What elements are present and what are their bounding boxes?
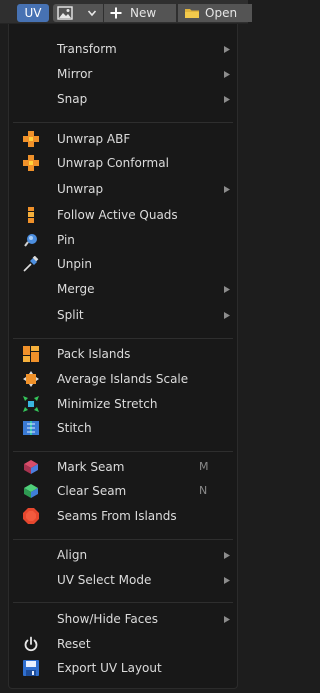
menu-separator (13, 451, 233, 452)
submenu-arrow-icon (224, 312, 230, 319)
menu-item-unwrap[interactable]: Unwrap (9, 178, 237, 200)
menu-item-mirror[interactable]: Mirror (9, 63, 237, 85)
average-islands-scale-icon (23, 371, 39, 387)
menu-item-label: Transform (57, 42, 117, 56)
menu-item-label: Follow Active Quads (57, 208, 178, 222)
menu-item-label: Show/Hide Faces (57, 612, 158, 626)
follow-active-quads-icon (28, 207, 34, 223)
menu-separator (13, 602, 233, 603)
unwrap-conformal-icon (23, 155, 39, 171)
mark-seam-icon (24, 460, 38, 474)
minimize-stretch-icon (23, 396, 39, 412)
menu-item-average-islands-scale[interactable]: Average Islands Scale (9, 368, 237, 390)
menu-item-pack-islands[interactable]: Pack Islands (9, 343, 237, 365)
menu-item-label: Unwrap Conformal (57, 156, 169, 170)
submenu-arrow-icon (224, 616, 230, 623)
menu-item-label: Reset (57, 637, 91, 651)
menu-item-shortcut: M (199, 460, 209, 473)
new-label: New (130, 6, 157, 20)
menu-item-clear-seam[interactable]: Clear Seam N (9, 480, 237, 502)
unwrap-abf-icon (23, 131, 39, 147)
menu-item-shortcut: N (199, 484, 208, 497)
menu-item-split[interactable]: Split (9, 304, 237, 326)
uv-editor-header: UV New Open (0, 0, 252, 24)
uv-menu-button[interactable]: UV (17, 4, 49, 22)
menu-item-label: Unwrap (57, 182, 104, 196)
menu-item-transform[interactable]: Transform (9, 38, 237, 60)
new-image-button[interactable]: New (104, 4, 176, 22)
menu-item-unpin[interactable]: Unpin (9, 253, 237, 275)
menu-item-snap[interactable]: Snap (9, 88, 237, 110)
menu-item-unwrap-abf[interactable]: Unwrap ABF (9, 128, 237, 150)
menu-item-label: Clear Seam (57, 484, 127, 498)
clear-seam-icon (24, 484, 38, 498)
menu-item-label: Export UV Layout (57, 661, 162, 675)
submenu-arrow-icon (224, 186, 230, 193)
menu-item-reset[interactable]: Reset (9, 633, 237, 655)
menu-separator (13, 122, 233, 123)
uv-menu-dropdown: Transform Mirror Snap Unwrap ABF Unwrap … (8, 24, 238, 689)
open-image-button[interactable]: Open (178, 4, 252, 22)
menu-item-label: Pin (57, 233, 75, 247)
menu-item-follow-active-quads[interactable]: Follow Active Quads (9, 204, 237, 226)
menu-item-export-uv-layout[interactable]: Export UV Layout (9, 657, 237, 679)
submenu-arrow-icon (224, 552, 230, 559)
open-label: Open (205, 6, 238, 20)
menu-item-merge[interactable]: Merge (9, 278, 237, 300)
menu-separator (13, 338, 233, 339)
menu-item-label: UV Select Mode (57, 573, 152, 587)
unpin-icon (23, 256, 39, 272)
seams-from-islands-icon (23, 508, 39, 524)
chevron-down-icon (87, 10, 97, 17)
pack-islands-icon (23, 346, 39, 362)
menu-item-align[interactable]: Align (9, 544, 237, 566)
image-browse-button[interactable] (53, 4, 103, 22)
menu-item-show-hide-faces[interactable]: Show/Hide Faces (9, 608, 237, 630)
menu-item-label: Seams From Islands (57, 509, 177, 523)
menu-item-seams-from-islands[interactable]: Seams From Islands (9, 505, 237, 527)
menu-item-label: Minimize Stretch (57, 397, 158, 411)
menu-item-label: Mirror (57, 67, 93, 81)
submenu-arrow-icon (224, 286, 230, 293)
menu-item-label: Split (57, 308, 84, 322)
plus-icon (110, 7, 122, 19)
menu-item-label: Align (57, 548, 88, 562)
submenu-arrow-icon (224, 46, 230, 53)
menu-item-label: Mark Seam (57, 460, 125, 474)
image-icon (57, 6, 73, 20)
submenu-arrow-icon (224, 71, 230, 78)
submenu-arrow-icon (224, 96, 230, 103)
menu-item-label: Pack Islands (57, 347, 131, 361)
menu-item-label: Merge (57, 282, 95, 296)
pin-icon (24, 234, 37, 247)
menu-separator (13, 539, 233, 540)
export-uv-layout-icon (23, 660, 39, 676)
menu-item-label: Stitch (57, 421, 92, 435)
folder-icon (185, 9, 199, 18)
menu-item-unwrap-conformal[interactable]: Unwrap Conformal (9, 152, 237, 174)
menu-item-minimize-stretch[interactable]: Minimize Stretch (9, 393, 237, 415)
menu-item-uv-select-mode[interactable]: UV Select Mode (9, 569, 237, 591)
submenu-arrow-icon (224, 577, 230, 584)
menu-item-mark-seam[interactable]: Mark Seam M (9, 456, 237, 478)
menu-item-label: Unpin (57, 257, 92, 271)
menu-item-label: Unwrap ABF (57, 132, 131, 146)
menu-item-label: Average Islands Scale (57, 372, 189, 386)
stitch-icon (23, 421, 39, 435)
menu-item-pin[interactable]: Pin (9, 229, 237, 251)
power-icon (24, 636, 38, 652)
menu-item-label: Snap (57, 92, 88, 106)
menu-item-stitch[interactable]: Stitch (9, 417, 237, 439)
